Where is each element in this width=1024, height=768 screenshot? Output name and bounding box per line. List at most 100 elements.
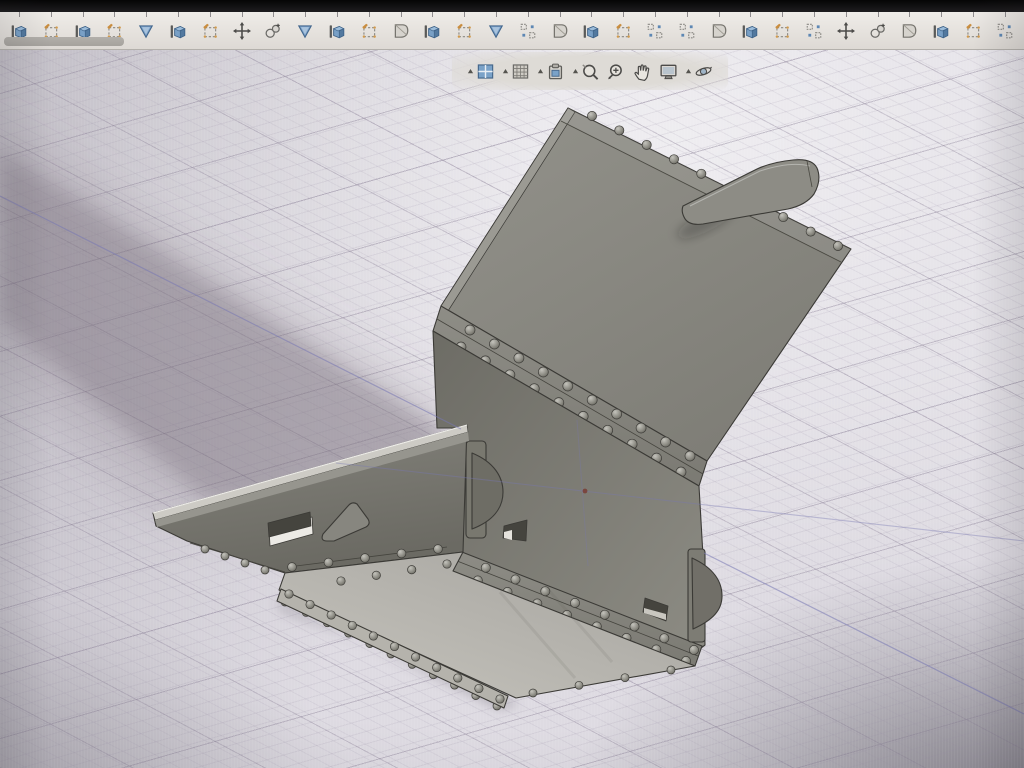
rivet [538, 367, 548, 377]
viewport-layout-icon[interactable] [467, 62, 495, 81]
mouse-select-tool-icon[interactable] [262, 19, 284, 43]
rivet [575, 681, 583, 689]
rivet [667, 666, 675, 674]
cad-model-scene [0, 50, 1024, 768]
rivet [241, 559, 249, 567]
rivet [454, 674, 462, 682]
rivet [511, 575, 520, 584]
fillet-surface-tool-icon[interactable] [549, 19, 571, 43]
rivet [306, 600, 314, 608]
dropdown-arrow-icon [685, 68, 692, 75]
rivet [433, 663, 441, 671]
rivet [288, 563, 297, 572]
rivet [587, 395, 597, 405]
rivet [514, 353, 524, 363]
snap-grid-tool-icon[interactable] [517, 19, 539, 43]
rivet [201, 545, 209, 553]
rivet [337, 577, 345, 585]
insert-part-icon[interactable] [580, 19, 602, 43]
fit-view-icon[interactable] [659, 62, 678, 81]
fillet-surface-tool-icon[interactable] [898, 19, 920, 43]
rivet [475, 684, 483, 692]
mouse-select-tool-icon[interactable] [867, 19, 889, 43]
rivet [630, 622, 639, 631]
rivet [372, 571, 380, 579]
orbit-rotate-icon[interactable] [685, 62, 713, 81]
rivet [324, 558, 333, 567]
fillet-surface-tool-icon[interactable] [390, 19, 412, 43]
viewport-canvas[interactable] [0, 50, 1024, 768]
taper-tool-icon[interactable] [294, 19, 316, 43]
rivet [408, 566, 416, 574]
taper-tool-icon[interactable] [485, 19, 507, 43]
rivet [587, 111, 596, 120]
snap-grid-tool-icon[interactable] [994, 19, 1016, 43]
rivet [496, 695, 504, 703]
dropdown-arrow-icon [467, 68, 474, 75]
insert-part-icon[interactable] [326, 19, 348, 43]
toolbar-scrollbar-thumb[interactable] [4, 37, 124, 46]
rivet [660, 634, 669, 643]
rivet [529, 689, 537, 697]
rivet [465, 325, 475, 335]
rivet [221, 552, 229, 560]
rivet [779, 213, 788, 222]
rivet [600, 610, 609, 619]
dropdown-arrow-icon [502, 68, 509, 75]
rivet [806, 227, 815, 236]
view-toolbar [452, 52, 728, 90]
rivet [397, 549, 406, 558]
d-handle-right [692, 558, 722, 629]
rivet [615, 126, 624, 135]
rivet [570, 598, 579, 607]
sketch-rectangle-icon[interactable] [962, 19, 984, 43]
move-tool-icon[interactable] [231, 19, 253, 43]
rivet [348, 621, 356, 629]
sketch-rectangle-icon[interactable] [358, 19, 380, 43]
snap-grid-tool-icon[interactable] [644, 19, 666, 43]
rivet [689, 645, 698, 654]
rivet [563, 381, 573, 391]
insert-part-icon[interactable] [739, 19, 761, 43]
insert-part-icon[interactable] [167, 19, 189, 43]
zoom-in-icon[interactable] [607, 62, 626, 81]
rivet [833, 241, 842, 250]
insert-part-icon[interactable] [421, 19, 443, 43]
clipboard-paste-icon[interactable] [537, 62, 565, 81]
main-toolbar [0, 12, 1024, 50]
sketch-rectangle-icon[interactable] [612, 19, 634, 43]
rivet [369, 632, 377, 640]
dropdown-arrow-icon [537, 68, 544, 75]
rivet [261, 566, 269, 574]
rivet [361, 554, 370, 563]
zoom-window-icon[interactable] [572, 62, 600, 81]
taper-tool-icon[interactable] [135, 19, 157, 43]
dropdown-arrow-icon [572, 68, 579, 75]
rivet [443, 560, 451, 568]
rivet [489, 339, 499, 349]
move-tool-icon[interactable] [835, 19, 857, 43]
monitor-bezel [0, 0, 1024, 12]
rivet [481, 563, 490, 572]
sketch-rectangle-icon[interactable] [771, 19, 793, 43]
grid-display-icon[interactable] [502, 62, 530, 81]
rivet [621, 674, 629, 682]
snap-grid-tool-icon[interactable] [676, 19, 698, 43]
rivet [390, 642, 398, 650]
rivet [642, 140, 651, 149]
snap-grid-tool-icon[interactable] [803, 19, 825, 43]
rivet [661, 437, 671, 447]
sketch-rectangle-icon[interactable] [199, 19, 221, 43]
rivet [612, 409, 622, 419]
rivet [327, 611, 335, 619]
rivet [636, 423, 646, 433]
sketch-rectangle-icon[interactable] [453, 19, 475, 43]
insert-part-icon[interactable] [930, 19, 952, 43]
pan-icon[interactable] [633, 62, 652, 81]
photographed-screen [0, 0, 1024, 768]
fillet-surface-tool-icon[interactable] [708, 19, 730, 43]
rivet [669, 155, 678, 164]
rivet [685, 451, 695, 461]
rivet [697, 169, 706, 178]
rivet [434, 545, 443, 554]
